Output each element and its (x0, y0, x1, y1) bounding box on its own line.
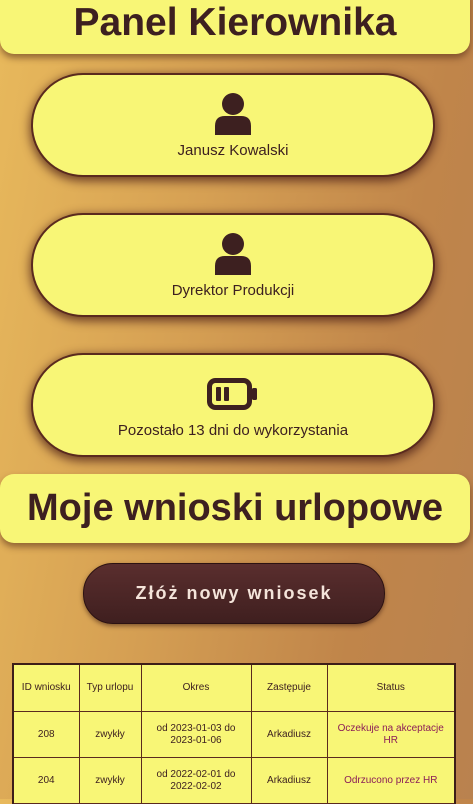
request-id: 208 (12, 711, 80, 758)
employee-position: Dyrektor Produkcji (171, 281, 295, 299)
remaining-days-card: Pozostało 13 dni do wykorzystania (33, 355, 433, 455)
employee-name-card: Janusz Kowalski (33, 75, 433, 175)
requests-table: ID wniosku Typ urlopu Okres Zastępuje St… (12, 663, 456, 804)
request-id: 204 (12, 757, 80, 804)
leave-period: od 2023-01-03 do 2023-01-06 (140, 711, 252, 758)
column-header-substitute: Zastępuje (250, 663, 328, 712)
user-icon (213, 232, 253, 276)
battery-icon (207, 372, 259, 416)
table-row[interactable]: 208 zwykły od 2023-01-03 do 2023-01-06 A… (12, 711, 456, 758)
table-header-row: ID wniosku Typ urlopu Okres Zastępuje St… (12, 663, 456, 712)
user-icon (213, 92, 253, 136)
leave-type: zwykły (78, 711, 142, 758)
leave-period: od 2022-02-01 do 2022-02-02 (140, 757, 252, 804)
column-header-status: Status (326, 663, 456, 712)
column-header-period: Okres (140, 663, 252, 712)
section-title: Moje wnioski urlopowe (0, 474, 470, 543)
employee-position-card: Dyrektor Produkcji (33, 215, 433, 315)
requests-table-container: ID wniosku Typ urlopu Okres Zastępuje St… (12, 663, 456, 804)
page-title: Panel Kierownika (0, 0, 470, 54)
column-header-id: ID wniosku (12, 663, 80, 712)
new-request-button[interactable]: Złóż nowy wniosek (83, 563, 385, 624)
substitute: Arkadiusz (250, 757, 328, 804)
column-header-type: Typ urlopu (78, 663, 142, 712)
leave-type: zwykły (78, 757, 142, 804)
substitute: Arkadiusz (250, 711, 328, 758)
request-status: Oczekuje na akceptacje HR (326, 711, 456, 758)
request-status: Odrzucono przez HR (326, 757, 456, 804)
employee-name: Janusz Kowalski (177, 141, 289, 159)
table-row[interactable]: 204 zwykły od 2022-02-01 do 2022-02-02 A… (12, 757, 456, 804)
remaining-days-text: Pozostało 13 dni do wykorzystania (117, 421, 349, 439)
